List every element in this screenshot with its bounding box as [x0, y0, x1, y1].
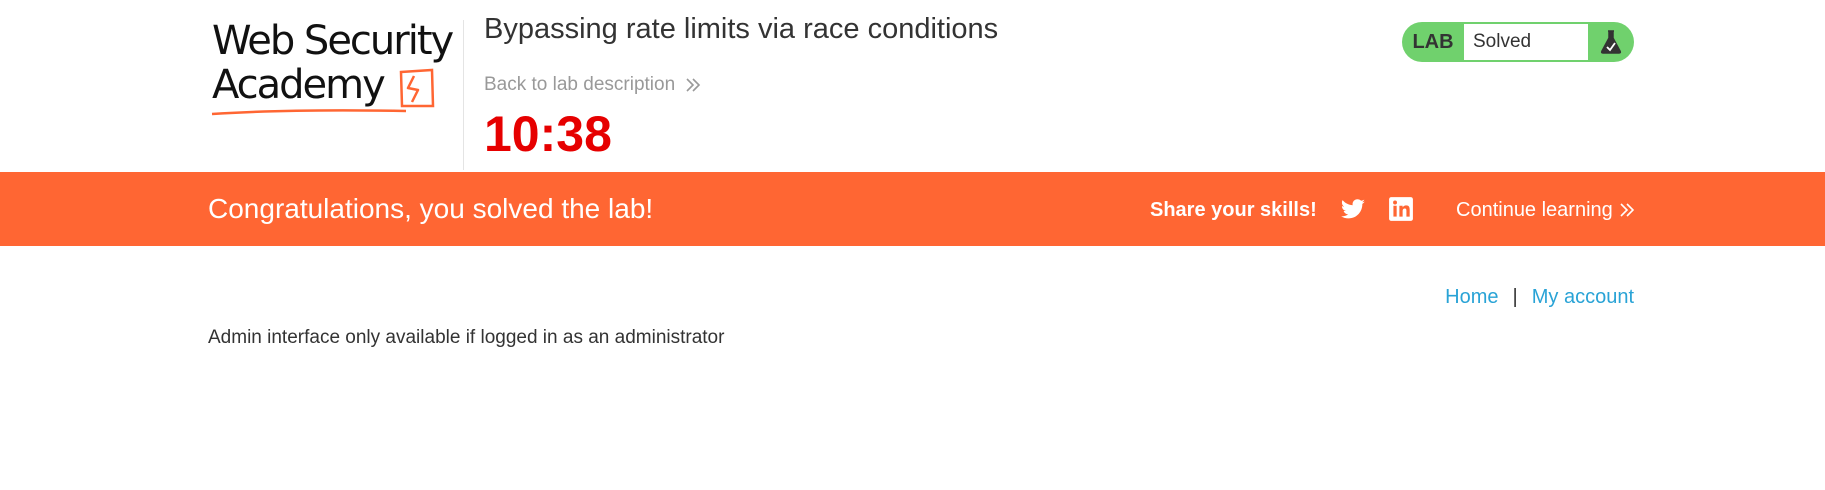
back-to-lab-description-link[interactable]: Back to lab description [484, 72, 701, 98]
my-account-link[interactable]: My account [1532, 284, 1634, 310]
double-chevron-right-icon [1620, 203, 1634, 217]
web-security-academy-logo[interactable]: Web Security Academy [208, 18, 458, 118]
logo-text-line1: Web Security [212, 18, 454, 64]
logo-underline [211, 109, 407, 116]
continue-learning-link[interactable]: Continue learning [1456, 197, 1635, 223]
share-skills-label: Share your skills! [1150, 199, 1317, 221]
home-link[interactable]: Home [1445, 284, 1498, 310]
lab-status-widget: LAB Solved [1402, 22, 1634, 62]
lab-status-state: Solved [1464, 24, 1588, 60]
admin-interface-message: Admin interface only available if logged… [208, 327, 725, 348]
solved-banner: Congratulations, you solved the lab! Sha… [0, 172, 1825, 246]
logo-bolt-icon [399, 68, 435, 108]
continue-learning-label: Continue learning [1456, 199, 1613, 221]
header-divider [463, 20, 464, 170]
flask-check-icon [1588, 22, 1634, 62]
solved-message: Congratulations, you solved the lab! [208, 193, 654, 224]
logo-text-line2: Academy [212, 62, 386, 108]
back-link-label: Back to lab description [484, 74, 676, 95]
nav-separator: | [1512, 286, 1518, 308]
lab-title: Bypassing rate limits via race condition… [484, 13, 999, 45]
lab-timer: 10:38 [484, 106, 612, 162]
lab-header: Web Security Academy Bypassing rate limi… [0, 0, 1825, 172]
page: Web Security Academy Bypassing rate limi… [0, 0, 1825, 490]
top-nav: Home | My account [1445, 284, 1634, 310]
lab-status-label: LAB [1412, 30, 1454, 53]
twitter-icon[interactable] [1340, 196, 1366, 222]
double-chevron-right-icon [686, 78, 701, 92]
linkedin-icon[interactable] [1388, 196, 1414, 222]
